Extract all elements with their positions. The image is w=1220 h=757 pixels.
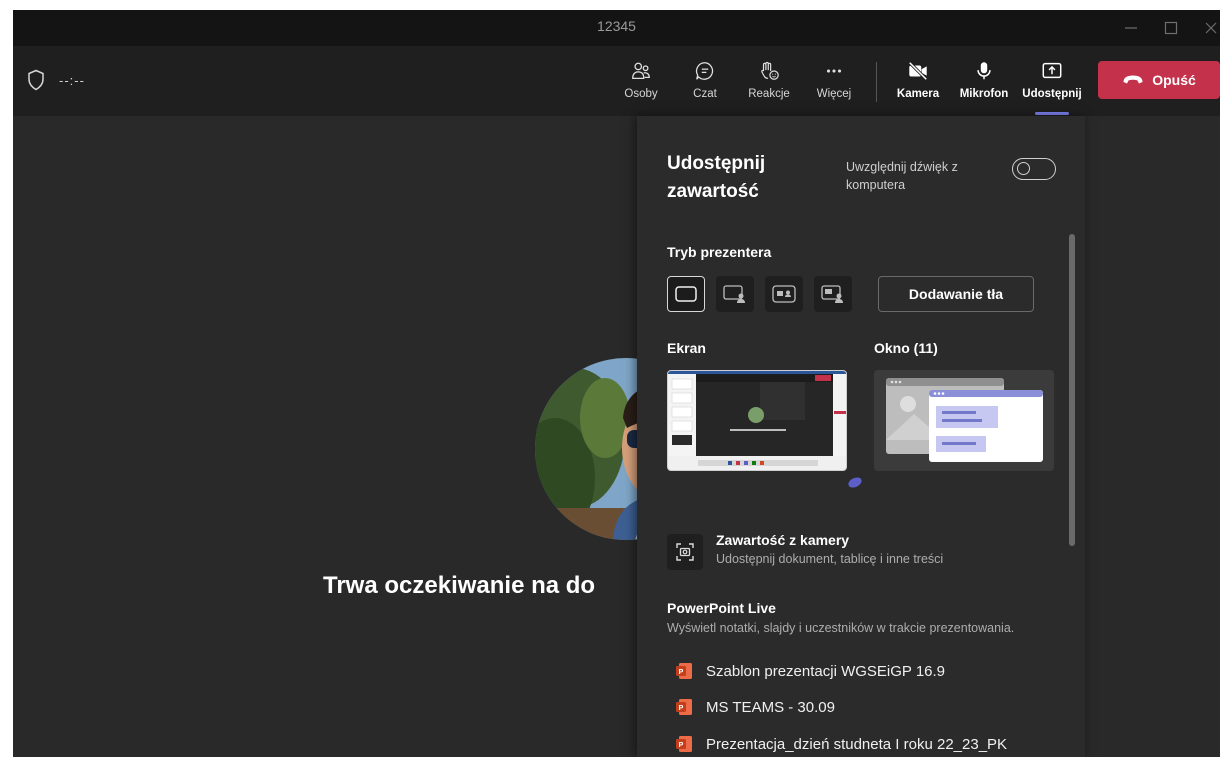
window-title: 12345	[597, 18, 636, 34]
presenter-mode-standout[interactable]	[716, 276, 754, 312]
title-bar: 12345	[13, 10, 1220, 46]
presenter-mode-label: Tryb prezentera	[667, 244, 772, 260]
maximize-button[interactable]	[1153, 10, 1189, 46]
powerpoint-file-icon: P	[676, 663, 692, 679]
file-item[interactable]: P Szablon prezentacji WGSEiGP 16.9	[675, 659, 945, 683]
leave-label: Opuść	[1152, 72, 1196, 88]
reactions-label: Reakcje	[748, 88, 790, 100]
raise-hand-icon	[761, 61, 779, 80]
powerpoint-live-description: Wyświetl notatki, slajdy i uczestników w…	[667, 621, 1015, 635]
powerpoint-live-title: PowerPoint Live	[667, 600, 776, 616]
include-audio-toggle[interactable]	[1012, 158, 1056, 180]
file-item[interactable]: P MS TEAMS - 30.09	[675, 695, 835, 719]
chat-button[interactable]: Czat	[673, 56, 737, 112]
toolbar-divider	[876, 62, 877, 102]
microphone-button[interactable]: Mikrofon	[952, 56, 1016, 112]
teams-meeting-window: 12345 --:-- Osoby Czat Reakcje Więcej Ka…	[13, 10, 1220, 757]
microphone-icon	[977, 62, 991, 80]
share-active-indicator	[1035, 112, 1069, 115]
file-name: Szablon prezentacji WGSEiGP 16.9	[706, 662, 946, 680]
window-label: Okno (11)	[874, 340, 938, 356]
camera-content-option[interactable]: Zawartość z kamery Udostępnij dokument, …	[667, 530, 1057, 570]
minimize-icon	[1125, 27, 1137, 29]
share-label: Udostępnij	[1022, 88, 1082, 100]
share-button[interactable]: Udostępnij	[1020, 56, 1084, 112]
hang-up-icon	[1123, 75, 1143, 84]
file-item[interactable]: P Prezentacja_dzień studneta I roku 22_2…	[675, 732, 1007, 756]
window-share-thumbnail[interactable]	[874, 370, 1054, 471]
file-name: Prezentacja_dzień studneta I roku 22_23_…	[706, 735, 1008, 753]
maximize-icon	[1164, 21, 1178, 35]
chat-label: Czat	[693, 88, 717, 100]
screen-share-thumbnail[interactable]	[667, 370, 847, 471]
reporter-icon	[821, 285, 843, 303]
camera-content-title: Zawartość z kamery	[716, 532, 850, 548]
content-only-icon	[675, 286, 697, 302]
include-audio-label: Uwzględnij dźwięk z komputera	[846, 160, 958, 192]
chat-icon	[695, 62, 714, 80]
leave-button[interactable]: Opuść	[1098, 61, 1220, 99]
minimize-button[interactable]	[1113, 10, 1149, 46]
reactions-button[interactable]: Reakcje	[737, 56, 801, 112]
more-label: Więcej	[816, 88, 852, 100]
camera-off-icon	[908, 61, 928, 81]
presenter-mode-side-by-side[interactable]	[765, 276, 803, 312]
powerpoint-file-icon: P	[676, 699, 692, 715]
camera-button[interactable]: Kamera	[886, 56, 950, 112]
window-illustration-icon	[874, 370, 1054, 471]
svg-text:P: P	[679, 742, 684, 749]
share-content-panel: Udostępnij zawartość Uwzględnij dźwięk z…	[637, 116, 1085, 757]
file-name: MS TEAMS - 30.09	[706, 698, 835, 716]
camera-label: Kamera	[896, 88, 940, 100]
toggle-knob	[1017, 162, 1030, 175]
svg-text:P: P	[679, 705, 684, 712]
close-button[interactable]	[1193, 10, 1220, 46]
screen-label: Ekran	[667, 340, 706, 356]
people-icon	[632, 62, 650, 79]
more-icon	[826, 69, 842, 73]
meeting-timer: --:--	[59, 73, 85, 88]
camera-focus-icon	[676, 543, 694, 561]
svg-text:P: P	[679, 669, 684, 676]
camera-content-icon-box	[667, 534, 703, 570]
more-button[interactable]: Więcej	[802, 56, 866, 112]
standout-icon	[723, 285, 745, 303]
shield-icon	[28, 69, 44, 91]
camera-content-description: Udostępnij dokument, tablicę i inne treś…	[716, 552, 944, 566]
close-icon	[1205, 22, 1217, 34]
panel-scrollbar[interactable]	[1069, 234, 1075, 546]
microphone-label: Mikrofon	[959, 88, 1009, 100]
add-background-button[interactable]: Dodawanie tła	[878, 276, 1034, 312]
people-label: Osoby	[624, 88, 658, 100]
share-icon	[1042, 62, 1062, 79]
presenter-mode-reporter[interactable]	[814, 276, 852, 312]
meeting-toolbar: --:-- Osoby Czat Reakcje Więcej Kamera M…	[13, 46, 1220, 116]
panel-title: Udostępnij zawartość	[667, 153, 766, 202]
waiting-message: Trwa oczekiwanie na do	[323, 572, 596, 599]
presenter-mode-content-only[interactable]	[667, 276, 705, 312]
powerpoint-file-icon: P	[676, 736, 692, 752]
cursor-blob	[846, 475, 864, 490]
screen-preview-image	[668, 371, 846, 470]
people-button[interactable]: Osoby	[609, 56, 673, 112]
side-by-side-icon	[772, 285, 796, 303]
